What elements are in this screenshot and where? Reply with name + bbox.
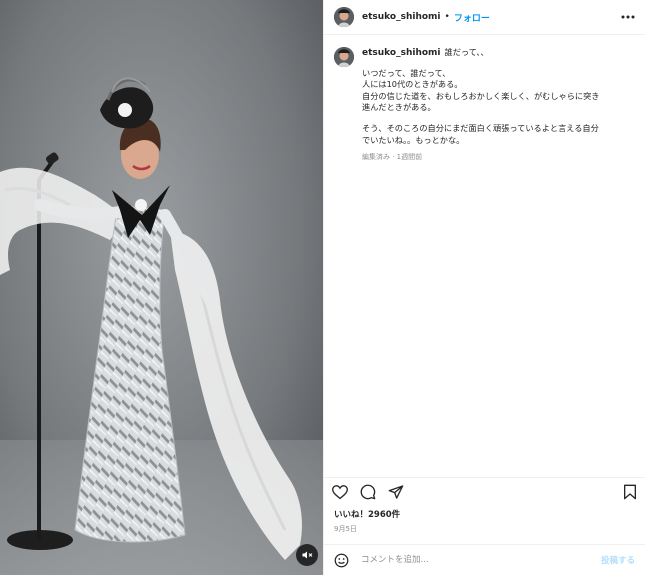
post-sidebar: etsuko_shihomi • フォロー etsuko_shihomi 誰だって… <box>323 0 645 575</box>
caption-username[interactable]: etsuko_shihomi <box>362 48 441 58</box>
caption-line: 自分の信じた道を、おもしろおかしく楽しく、がむしゃらに突き <box>362 90 600 101</box>
mute-button[interactable] <box>296 544 318 566</box>
bookmark-icon[interactable] <box>623 484 637 500</box>
audio-muted-icon <box>302 551 313 559</box>
emoji-icon[interactable] <box>334 553 349 568</box>
heart-icon[interactable] <box>332 484 348 500</box>
post-header: etsuko_shihomi • フォロー <box>324 0 645 35</box>
caption-paragraph: いつだって、誰だって、 人には10代のときがある。 自分の信じた道を、おもしろお… <box>362 68 599 114</box>
instagram-post: etsuko_shihomi • フォロー etsuko_shihomi 誰だって… <box>0 0 645 575</box>
caption: etsuko_shihomi 誰だって、、 いつだって、誰だって、 人には10代の… <box>334 47 635 164</box>
caption-text: いつだって、誰だって、 人には10代のときがある。 自分の信じた道を、おもしろお… <box>362 68 599 147</box>
caption-line: でいたいね。。もっとかな。 <box>362 134 465 145</box>
likes-count[interactable]: いいね！2960件 <box>324 506 645 520</box>
share-icon[interactable] <box>388 484 404 500</box>
separator-dot: • <box>444 12 450 22</box>
caption-title: 誰だって、、 <box>444 47 489 57</box>
caption-meta: 編集済み · 1週間前 <box>362 153 423 162</box>
caption-line: そう、そのころの自分にまだ面白く頑張っているよと言える自分 <box>362 122 599 133</box>
caption-line: いつだって、誰だって、 <box>362 67 451 78</box>
caption-avatar[interactable] <box>334 47 354 67</box>
caption-line: 人には10代のときがある。 <box>362 79 463 90</box>
caption-line: 進んだときがある。 <box>362 102 436 113</box>
comment-icon[interactable] <box>360 484 376 500</box>
post-date: 9月5日 <box>334 525 357 533</box>
header-username[interactable]: etsuko_shihomi <box>362 12 441 22</box>
comments-area: etsuko_shihomi 誰だって、、 いつだって、誰だって、 人には10代の… <box>324 35 645 477</box>
follow-button[interactable]: フォロー <box>454 11 490 24</box>
avatar[interactable] <box>334 7 354 27</box>
action-bar <box>324 477 645 506</box>
more-options-icon[interactable] <box>621 15 635 19</box>
post-comment-button[interactable]: 投稿する <box>601 554 635 566</box>
comment-input[interactable] <box>359 554 601 566</box>
post-media[interactable] <box>0 0 323 575</box>
caption-body: etsuko_shihomi 誰だって、、 いつだって、誰だって、 人には10代の… <box>362 47 599 164</box>
post-photo <box>0 0 323 575</box>
add-comment-bar: 投稿する <box>324 544 645 575</box>
caption-paragraph: そう、そのころの自分にまだ面白く頑張っているよと言える自分 でいたいね。。もっと… <box>362 123 599 146</box>
